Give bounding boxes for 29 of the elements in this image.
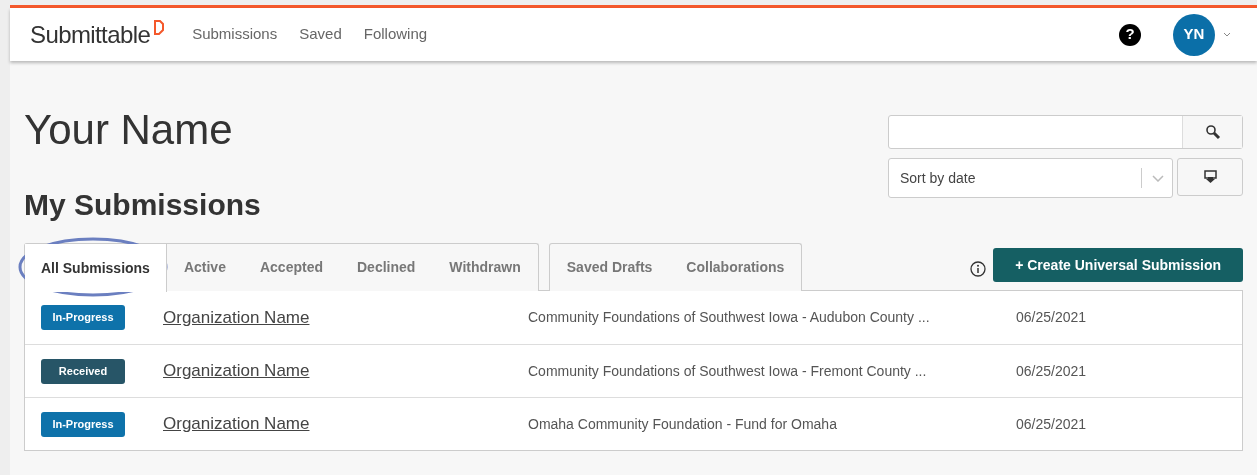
sort-dropdown[interactable]: Sort by date xyxy=(888,158,1173,198)
status-badge: In-Progress xyxy=(41,305,125,330)
tab[interactable]: Withdrawn xyxy=(432,244,538,291)
logo[interactable]: Submittable xyxy=(30,16,151,53)
user-avatar[interactable]: YN xyxy=(1173,13,1215,56)
form-name: Omaha Community Foundation - Fund for Omaha xyxy=(528,414,838,434)
tab[interactable]: All Submissions xyxy=(25,244,167,292)
tab[interactable]: Accepted xyxy=(242,244,340,291)
tab[interactable]: Saved Drafts xyxy=(549,244,670,291)
nav-link[interactable]: Submissions xyxy=(192,23,278,46)
form-name: Community Foundations of Southwest Iowa - Audubon County ... xyxy=(528,308,931,327)
tab[interactable]: Active xyxy=(166,244,243,291)
create-submission-button[interactable]: + Create Universal Submission xyxy=(993,248,1243,282)
status-badge: Received xyxy=(41,358,125,384)
form-name: Community Foundations of Southwest Iowa - Fremont County ... xyxy=(528,361,928,381)
submission-date: 06/25/2021 xyxy=(1016,414,1087,434)
section-heading: My Submissions xyxy=(24,187,261,223)
organization-link[interactable]: Organization Name xyxy=(163,304,528,331)
help-button[interactable]: ? xyxy=(1119,23,1141,46)
submission-date: 06/25/2021 xyxy=(1016,361,1087,381)
organization-link[interactable]: Organization Name xyxy=(163,411,528,437)
nav-link[interactable]: Saved xyxy=(299,23,342,46)
submission-date: 06/25/2021 xyxy=(1016,308,1087,327)
organization-link[interactable]: Organization Name xyxy=(163,358,528,384)
tab[interactable]: Declined xyxy=(340,244,433,291)
status-badge: In-Progress xyxy=(41,411,125,437)
page-title: Your Name xyxy=(24,105,234,155)
tab[interactable]: Collaborations xyxy=(669,244,802,291)
nav-link[interactable]: Following xyxy=(363,23,428,46)
